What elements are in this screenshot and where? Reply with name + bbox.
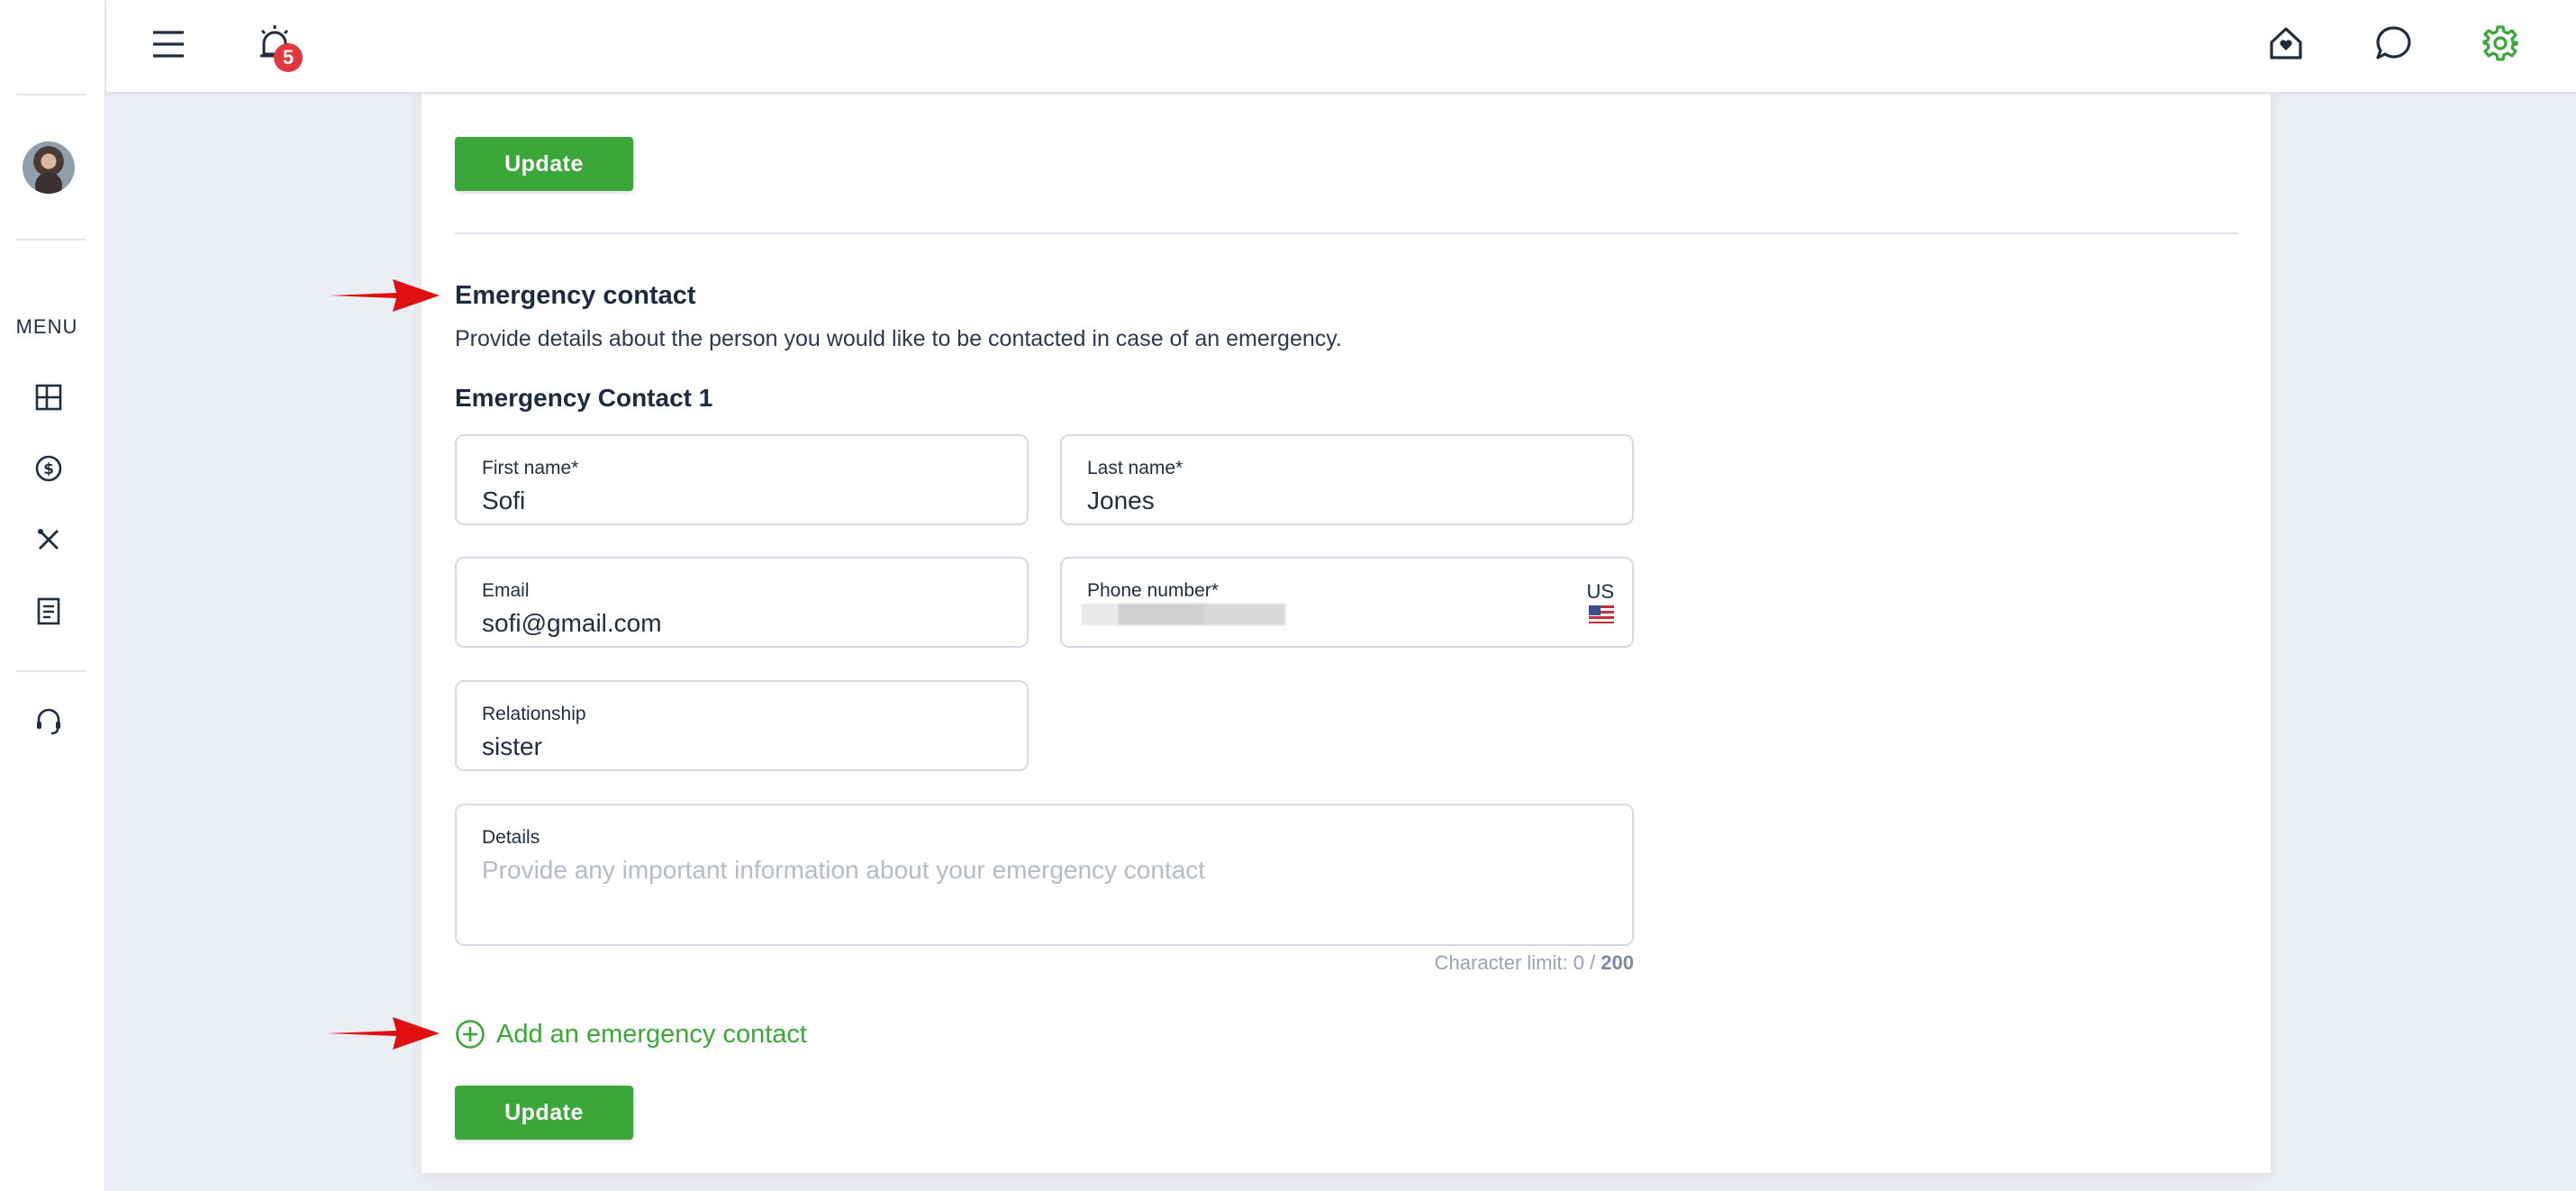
svg-text:$: $ xyxy=(43,460,54,478)
phone-country-code[interactable]: US xyxy=(1586,580,1614,604)
us-flag-icon[interactable] xyxy=(1589,605,1614,623)
email-value[interactable]: sofi@gmail.com xyxy=(482,609,662,638)
details-textarea[interactable]: Details Provide any important informatio… xyxy=(455,804,1634,946)
hamburger-menu-icon[interactable] xyxy=(151,27,186,61)
phone-number-label: Phone number* xyxy=(1087,580,1219,601)
relationship-label: Relationship xyxy=(482,704,586,724)
annotation-arrow-icon xyxy=(328,1017,440,1050)
first-name-field[interactable]: First name* Sofi xyxy=(455,434,1029,525)
character-limit: Character limit: 0 / 200 xyxy=(1434,951,1634,975)
update-emergency-contact-button[interactable]: Update xyxy=(455,1086,633,1140)
add-emergency-contact-link[interactable]: Add an emergency contact xyxy=(455,1018,807,1050)
emergency-contact-description: Provide details about the person you wou… xyxy=(455,326,1342,351)
last-name-label: Last name* xyxy=(1087,458,1184,478)
emergency-contact-1-heading: Emergency Contact 1 xyxy=(455,384,713,412)
add-emergency-contact-label[interactable]: Add an emergency contact xyxy=(496,1020,807,1050)
character-limit-max: 200 xyxy=(1601,951,1634,974)
first-name-label: First name* xyxy=(482,458,579,478)
sidebar-divider xyxy=(16,670,86,672)
emergency-contact-title: Emergency contact xyxy=(455,281,696,310)
settings-gear-icon[interactable] xyxy=(2481,23,2520,63)
email-field[interactable]: Email sofi@gmail.com xyxy=(455,557,1029,648)
annotation-arrow-icon xyxy=(330,279,440,312)
avatar[interactable] xyxy=(23,141,75,194)
dashboard-icon[interactable] xyxy=(33,382,64,413)
last-name-value[interactable]: Jones xyxy=(1087,486,1155,515)
documents-icon[interactable] xyxy=(33,596,64,626)
maintenance-icon[interactable] xyxy=(33,524,64,555)
sidebar-divider xyxy=(16,239,86,241)
update-vehicle-button[interactable]: Update xyxy=(455,137,633,191)
support-headset-icon[interactable] xyxy=(33,705,64,736)
relationship-field[interactable]: Relationship sister xyxy=(455,680,1029,771)
left-sidebar: MENU $ xyxy=(0,0,106,1191)
first-name-value[interactable]: Sofi xyxy=(482,486,525,515)
chat-bubble-icon[interactable] xyxy=(2374,24,2412,62)
profile-card: Add a vehicle Update Emergency contact P… xyxy=(422,0,2271,1173)
section-divider xyxy=(455,232,2238,234)
sidebar-divider xyxy=(16,94,86,95)
top-bar: 5 xyxy=(106,0,2576,94)
redacted-phone-number xyxy=(1082,604,1285,625)
notification-count-badge: 5 xyxy=(274,43,303,72)
last-name-field[interactable]: Last name* Jones xyxy=(1060,434,1634,525)
menu-label: MENU xyxy=(15,315,78,338)
email-label: Email xyxy=(482,580,530,601)
home-icon[interactable] xyxy=(2267,24,2305,62)
phone-number-field[interactable]: Phone number* US xyxy=(1060,557,1634,648)
details-placeholder: Provide any important information about … xyxy=(482,856,1206,884)
plus-circle-icon[interactable] xyxy=(455,1019,485,1050)
character-limit-prefix: Character limit: 0 / xyxy=(1434,951,1601,974)
payments-icon[interactable]: $ xyxy=(33,453,64,484)
details-label: Details xyxy=(482,827,540,848)
relationship-value[interactable]: sister xyxy=(482,732,542,761)
